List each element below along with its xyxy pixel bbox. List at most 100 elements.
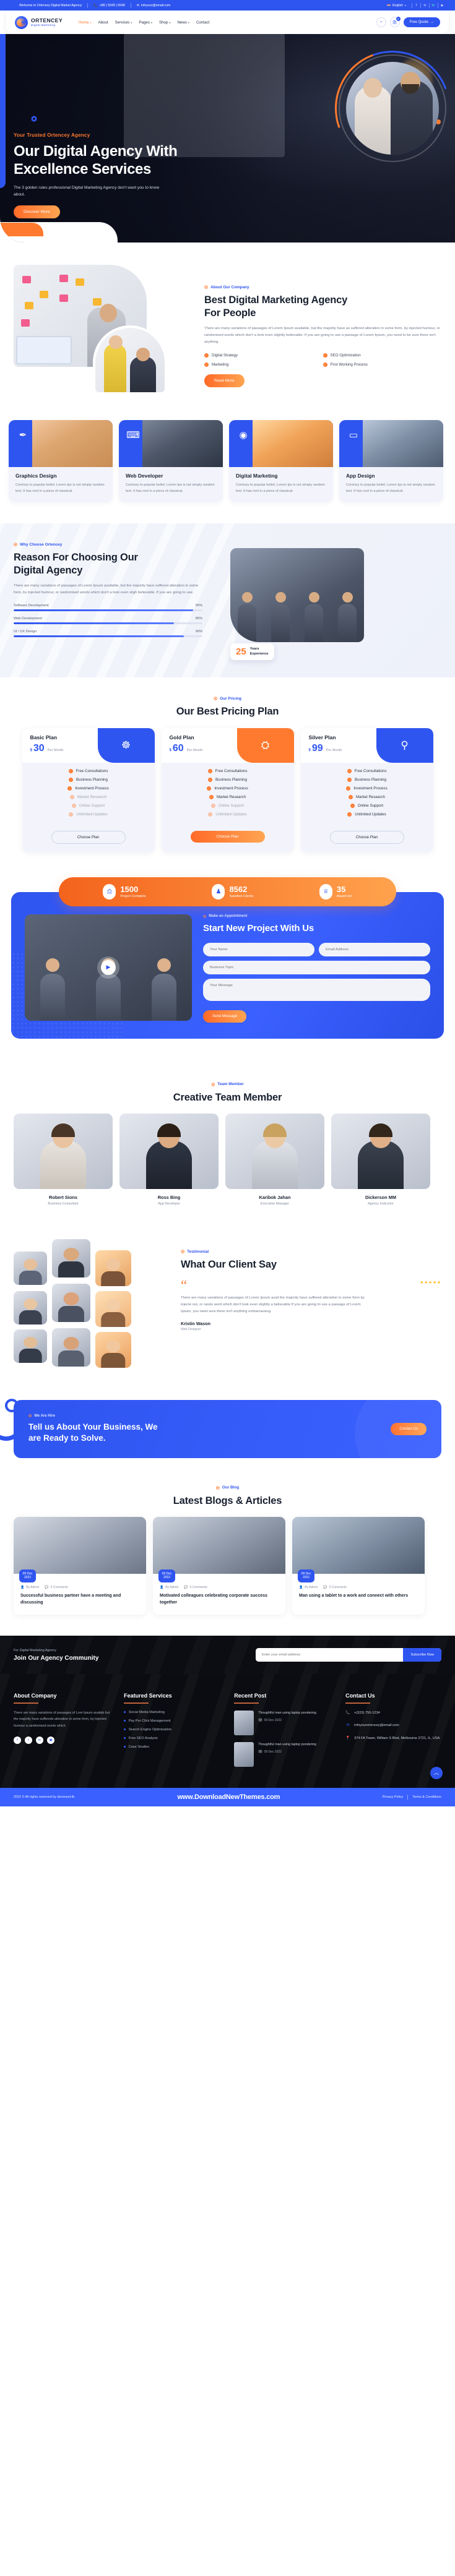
feature-label: Online Support (218, 803, 245, 808)
footer-phone[interactable]: 📞 +(323) 750-1234 (345, 1711, 441, 1717)
site-url[interactable]: www.DownloadNewThemes.com (75, 1793, 383, 1801)
check-icon: ✓ (209, 794, 214, 799)
footer-about-heading: About Company (14, 1693, 114, 1704)
plan-feature: ✓ Business Planning (301, 777, 433, 782)
nav-item-news[interactable]: News ▾ (177, 20, 189, 25)
feature-label: Free Consultations (215, 768, 248, 773)
footer-contact-heading: Contact Us (345, 1693, 441, 1704)
blog-card[interactable]: 09 Dec 2022 👤 By Admin 💬 0 Comments Succes… (14, 1517, 146, 1615)
message-textarea[interactable] (203, 978, 430, 1001)
thumb-head (63, 1247, 79, 1261)
footer-recent-post[interactable]: Thoughtful man using laptop pondering 🗓 0… (234, 1710, 336, 1735)
blog-card[interactable]: 09 Dec 2022 👤 By Admin 💬 0 Comments Man us… (292, 1517, 425, 1615)
privacy-policy-link[interactable]: Privacy Policy (383, 1795, 404, 1799)
about-feature-item: ✓ First Working Process (323, 363, 442, 367)
top-bar-email[interactable]: ✉ infoyour@email.com (131, 4, 176, 7)
footer-service-item[interactable]: Social Media Marketing (124, 1711, 224, 1714)
team-card[interactable]: Dickerson MM Agency Instructor (331, 1114, 430, 1206)
footer-service-item[interactable]: Search Engine Optimization (124, 1728, 224, 1732)
search-button[interactable]: ⌕ (376, 17, 386, 27)
facebook-icon[interactable]: f (412, 4, 420, 7)
check-icon: ✓ (207, 786, 212, 791)
service-label: Case Studies (128, 1745, 149, 1749)
service-card[interactable]: ✒ Graphics Design Contrary to popular be… (9, 420, 113, 503)
footer-service-item[interactable]: Pay Per Click Management (124, 1719, 224, 1723)
linkedin-icon[interactable]: in (36, 1737, 43, 1745)
send-message-button[interactable]: Send Message (203, 1010, 247, 1023)
team-card[interactable]: Ross Bing App Developer (119, 1114, 219, 1206)
discover-more-button[interactable]: Discover More (14, 205, 60, 218)
terms-link[interactable]: Terms & Conditions (412, 1795, 441, 1799)
contact-us-button[interactable]: Contact Us (391, 1422, 427, 1435)
team-card[interactable]: Robert Sions Business Consultant (14, 1114, 113, 1206)
team-card[interactable]: Karibok Jahan Executive Manager (225, 1114, 324, 1206)
pricing-card-silver[interactable]: Silver Plan $ 99 Per Month ⚲ ✓ Free Consu… (300, 728, 433, 852)
nav-label: Shop (158, 20, 168, 25)
plan-price: $ 30 Per Month (30, 743, 64, 753)
nav-item-contact[interactable]: Contact (196, 20, 209, 25)
back-to-top-button[interactable]: ︿ (430, 1766, 443, 1779)
nav-item-services[interactable]: Services ▾ (115, 20, 132, 25)
footer-email[interactable]: ✉ infoyourortencey@email.com (345, 1723, 441, 1729)
email-input[interactable] (319, 942, 430, 956)
brand-logo[interactable]: ORTENCEY Digital Marketing (15, 15, 63, 29)
service-card[interactable]: ◉ Digital Marketing Contrary to popular … (229, 420, 333, 503)
footer-recent-post[interactable]: Thoughtful man using laptop pondering 🗓 0… (234, 1741, 336, 1767)
member-hair (157, 1123, 181, 1138)
service-card[interactable]: ⌨ Web Developer Contrary to popular beli… (119, 420, 223, 503)
footer-service-item[interactable]: Case Studies (124, 1745, 224, 1749)
newsletter-email-input[interactable] (256, 1648, 404, 1662)
pen-tool-icon: ✒ (19, 430, 27, 440)
plan-feature: ✓ Investment Process (301, 786, 433, 791)
feature-label: Digital Strategy (212, 353, 238, 358)
choose-plan-button[interactable]: Choose Plan (329, 830, 404, 844)
blog-comments: 💬 0 Comments (45, 1586, 68, 1589)
twitter-icon[interactable]: 🐦 (430, 4, 438, 7)
team-photo (119, 1114, 219, 1190)
blog-comments-label: 0 Comments (189, 1586, 207, 1590)
check-icon: ✓ (323, 363, 327, 367)
youtube-icon[interactable]: ▶ (438, 4, 446, 7)
top-bar-phone[interactable]: 📞 +88 ( 5548 ) 6548 (88, 4, 130, 7)
twitter-icon[interactable]: t (25, 1737, 32, 1745)
person-head (157, 958, 171, 972)
language-selector[interactable]: English ▾ (381, 4, 412, 7)
name-input[interactable] (203, 942, 314, 956)
free-quote-button[interactable]: Free Quote → (403, 17, 440, 27)
newsletter-text: For Digital Marketing Agency Join Our Ag… (14, 1649, 98, 1662)
plan-feature: ✓ Free Consultations (22, 768, 155, 773)
pricing-card-basic[interactable]: Basic Plan $ 30 Per Month ☸ ✓ Free Consul… (22, 728, 155, 852)
nav-item-about[interactable]: About (98, 20, 108, 25)
person-head (46, 958, 59, 972)
choose-plan-button[interactable]: Choose Plan (51, 830, 126, 844)
footer-service-item[interactable]: Free SEO Analysis (124, 1737, 224, 1740)
pricing-card-gold[interactable]: Gold Plan $ 60 Per Month ⛭ ✓ Free Consult… (161, 728, 294, 852)
sticky-note (40, 291, 48, 298)
read-more-button[interactable]: Read More (204, 374, 245, 388)
choose-plan-button[interactable]: Choose Plan (190, 830, 265, 843)
service-card[interactable]: ▭ App Design Contrary to popular belief,… (339, 420, 443, 503)
thumb-body (101, 1271, 126, 1287)
person-head (342, 592, 353, 603)
footer-recent-column: Recent Post Thoughtful man using laptop … (234, 1693, 336, 1767)
blog-card[interactable]: 09 Dec 2022 👤 By Admin 💬 0 Comments Motiva… (153, 1517, 285, 1615)
linkedin-icon[interactable]: in (421, 4, 429, 7)
logo-icon (15, 15, 28, 29)
thumb-head (24, 1259, 37, 1271)
topic-input[interactable] (203, 960, 430, 974)
cart-button[interactable]: 🛍 0 (389, 17, 401, 27)
nav-item-home[interactable]: Home ▾ (79, 20, 92, 25)
nav-item-shop[interactable]: Shop ▾ (159, 20, 170, 25)
nav-label: Pages (139, 20, 150, 25)
nav-item-pages[interactable]: Pages ▾ (139, 20, 152, 25)
pricing-tagline: ◎ Our Pricing (14, 696, 441, 702)
plan-feature: ✓ Online Support (22, 803, 155, 808)
about-laptop (16, 336, 72, 364)
play-button-icon[interactable]: ▶ (101, 960, 116, 975)
thumb-head (106, 1339, 121, 1352)
subscribe-button[interactable]: Subscribe Now (403, 1648, 441, 1662)
facebook-icon[interactable]: f (14, 1737, 21, 1745)
instagram-icon[interactable]: ▣ (47, 1737, 54, 1745)
blog-comments: 💬 0 Comments (323, 1586, 347, 1589)
appointment-video[interactable]: ▶ (25, 914, 192, 1021)
